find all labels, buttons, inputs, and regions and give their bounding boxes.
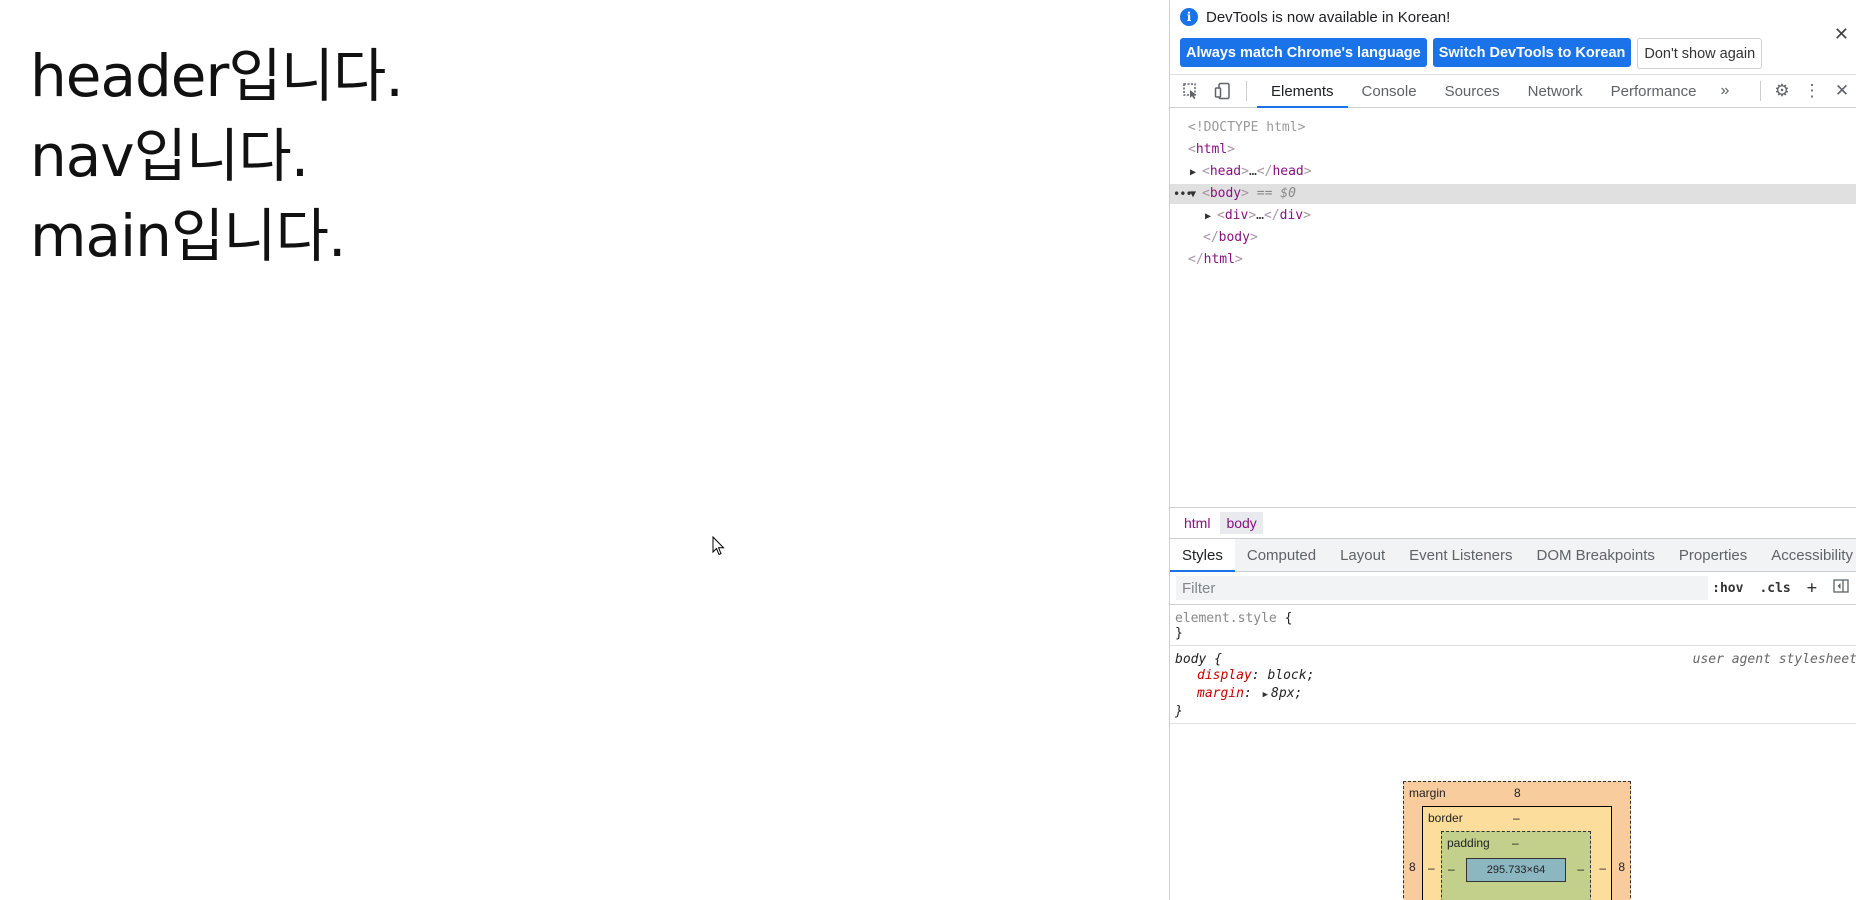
breadcrumb: html body [1170, 507, 1856, 539]
padding-label: padding [1447, 836, 1490, 850]
expand-shorthand-icon[interactable]: ▶ [1263, 686, 1268, 704]
node-actions-icon[interactable]: ••• [1173, 184, 1193, 204]
hover-state-toggle[interactable]: :hov [1704, 581, 1751, 596]
doctype-text: <!DOCTYPE html> [1188, 120, 1306, 135]
toolbar-divider [1760, 81, 1761, 101]
mouse-cursor-icon [712, 536, 725, 556]
box-model-diagram: margin 8 8 8 border – – – padding – – – … [1403, 781, 1631, 900]
style-declaration[interactable]: display: block; [1175, 667, 1852, 685]
info-icon: i [1180, 8, 1198, 26]
element-style-rule[interactable]: element.style { } [1170, 605, 1856, 646]
border-label: border [1428, 811, 1463, 825]
language-infobar: i DevTools is now available in Korean! ✕… [1170, 0, 1856, 75]
class-toggle[interactable]: .cls [1751, 581, 1798, 596]
dom-node-head[interactable]: ▶ <head>…</head> [1190, 162, 1312, 182]
margin-left-value[interactable]: 8 [1409, 860, 1416, 874]
padding-top-value[interactable]: – [1512, 836, 1519, 850]
toggle-sidebar-icon[interactable] [1825, 578, 1856, 598]
toolbar-divider [1246, 81, 1247, 101]
dom-node-html[interactable]: <html> [1188, 140, 1235, 160]
dom-node-doctype[interactable]: <!DOCTYPE html> [1188, 118, 1305, 138]
styles-panel-tabs: Styles Computed Layout Event Listeners D… [1170, 539, 1856, 572]
page-content: header입니다. nav입니다. main입니다. [30, 36, 404, 276]
tab-layout[interactable]: Layout [1328, 539, 1397, 571]
style-declaration[interactable]: margin: ▶ 8px; [1175, 685, 1852, 704]
html-tag: html [1195, 142, 1228, 157]
always-match-language-button[interactable]: Always match Chrome's language [1180, 38, 1427, 67]
tab-properties[interactable]: Properties [1667, 539, 1759, 571]
nav-text: nav입니다. [30, 122, 309, 190]
selected-node-marker: == $0 [1256, 186, 1296, 201]
filter-tools: :hov .cls + [1704, 572, 1856, 604]
tab-accessibility[interactable]: Accessibility [1759, 539, 1856, 571]
infobar-message-row: i DevTools is now available in Korean! [1180, 8, 1450, 26]
user-agent-stylesheet-label[interactable]: user agent stylesheet [1693, 652, 1856, 667]
body-selector: body [1175, 652, 1207, 667]
tab-console[interactable]: Console [1348, 75, 1431, 107]
body-style-rule[interactable]: body { user agent stylesheet display: bl… [1170, 646, 1856, 724]
page-viewport: header입니다. nav입니다. main입니다. [0, 0, 1169, 900]
more-options-icon[interactable]: ⋮ [1797, 75, 1827, 107]
devtools-tabbar: Elements Console Sources Network Perform… [1170, 75, 1856, 108]
collapse-triangle-icon[interactable]: ▼ [1190, 185, 1202, 205]
dom-node-div[interactable]: ▶ <div>…</div> [1205, 206, 1311, 226]
box-model-padding[interactable]: padding – – – – 295.733×64 [1441, 831, 1591, 900]
header-text: header입니다. [30, 42, 404, 110]
dom-node-html-close[interactable]: </html> [1188, 250, 1243, 270]
switch-to-korean-button[interactable]: Switch DevTools to Korean [1432, 38, 1632, 67]
dom-node-body-selected[interactable]: ••• ▼ <body> == $0 [1170, 184, 1856, 204]
new-style-rule-icon[interactable]: + [1799, 578, 1825, 598]
styles-filter-bar: :hov .cls + [1170, 572, 1856, 605]
more-tabs-icon[interactable]: » [1711, 82, 1740, 100]
div-tag: div [1224, 208, 1249, 223]
dont-show-again-button[interactable]: Don't show again [1637, 38, 1763, 69]
tab-sources[interactable]: Sources [1431, 75, 1514, 107]
settings-gear-icon[interactable]: ⚙ [1767, 75, 1797, 107]
tab-dom-breakpoints[interactable]: DOM Breakpoints [1525, 539, 1667, 571]
border-right-value[interactable]: – [1599, 861, 1606, 875]
body-tag: body [1209, 186, 1242, 201]
device-toolbar-icon[interactable] [1212, 80, 1234, 102]
tab-event-listeners[interactable]: Event Listeners [1397, 539, 1524, 571]
box-model-content[interactable]: 295.733×64 [1466, 858, 1566, 882]
margin-label: margin [1409, 786, 1446, 800]
main-text: main입니다. [30, 202, 346, 270]
head-tag: head [1209, 164, 1242, 179]
box-model-margin[interactable]: margin 8 8 8 border – – – padding – – – … [1403, 781, 1631, 900]
tab-elements[interactable]: Elements [1257, 75, 1348, 108]
inspect-element-icon[interactable] [1180, 80, 1202, 102]
infobar-buttons: Always match Chrome's language Switch De… [1180, 38, 1763, 69]
element-style-selector: element.style [1175, 611, 1277, 626]
infobar-message: DevTools is now available in Korean! [1206, 8, 1451, 26]
box-model-border[interactable]: border – – – padding – – – – 295.733×64 [1422, 806, 1612, 900]
breadcrumb-body[interactable]: body [1220, 512, 1263, 534]
tabbar-right-tools: ⚙ ⋮ ✕ [1754, 75, 1856, 107]
border-top-value[interactable]: – [1513, 811, 1520, 825]
dom-node-body-close[interactable]: </body> [1203, 228, 1258, 248]
tab-network[interactable]: Network [1514, 75, 1597, 107]
close-infobar-icon[interactable]: ✕ [1834, 24, 1849, 45]
devtools-panel: i DevTools is now available in Korean! ✕… [1169, 0, 1856, 900]
expand-triangle-icon[interactable]: ▶ [1190, 163, 1202, 183]
breadcrumb-html[interactable]: html [1178, 512, 1216, 534]
padding-bottom-value[interactable]: – [1512, 894, 1519, 900]
border-left-value[interactable]: – [1428, 861, 1435, 875]
expand-triangle-icon[interactable]: ▶ [1205, 207, 1217, 227]
style-rules: element.style { } body { user agent styl… [1170, 605, 1856, 724]
margin-right-value[interactable]: 8 [1618, 860, 1625, 874]
dom-tree: <!DOCTYPE html> <html> ▶ <head>…</head> •… [1170, 108, 1856, 507]
close-devtools-icon[interactable]: ✕ [1827, 75, 1856, 107]
tab-styles[interactable]: Styles [1170, 539, 1235, 572]
tab-computed[interactable]: Computed [1235, 539, 1328, 571]
padding-left-value[interactable]: – [1448, 862, 1455, 876]
margin-top-value[interactable]: 8 [1514, 786, 1521, 800]
padding-right-value[interactable]: – [1577, 862, 1584, 876]
tab-performance[interactable]: Performance [1597, 75, 1711, 107]
styles-filter-input[interactable] [1176, 576, 1708, 600]
